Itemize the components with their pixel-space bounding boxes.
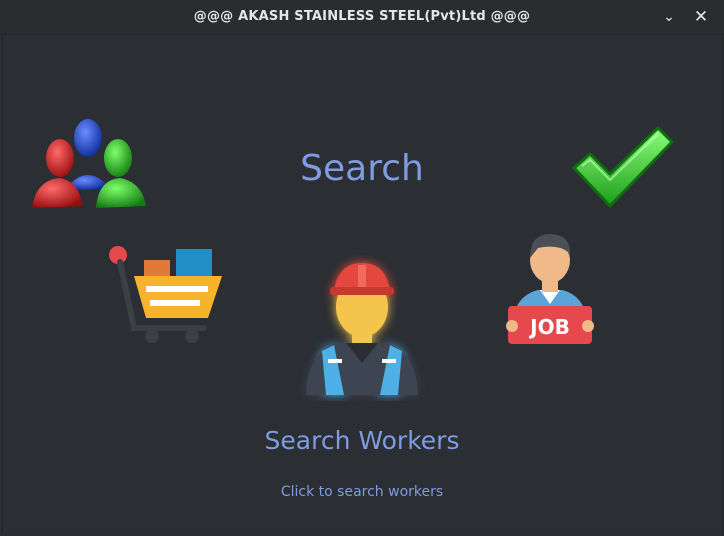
job-seeker-icon[interactable]: JOB xyxy=(498,230,602,348)
minimize-button[interactable]: ⌄ xyxy=(658,6,680,28)
shopping-cart-icon[interactable] xyxy=(104,240,228,348)
worker-icon[interactable] xyxy=(298,255,426,401)
selected-option-label: Search Workers xyxy=(264,426,460,455)
close-button[interactable]: ✕ xyxy=(690,6,712,28)
checkmark-icon[interactable] xyxy=(568,122,676,212)
window-title: @@@ AKASH STAINLESS STEEL(Pvt)Ltd @@@ xyxy=(193,9,531,24)
title-bar: @@@ AKASH STAINLESS STEEL(Pvt)Ltd @@@ ⌄ … xyxy=(0,0,724,35)
job-sign-text: JOB xyxy=(528,315,570,339)
hint-text: Click to search workers xyxy=(280,484,444,500)
